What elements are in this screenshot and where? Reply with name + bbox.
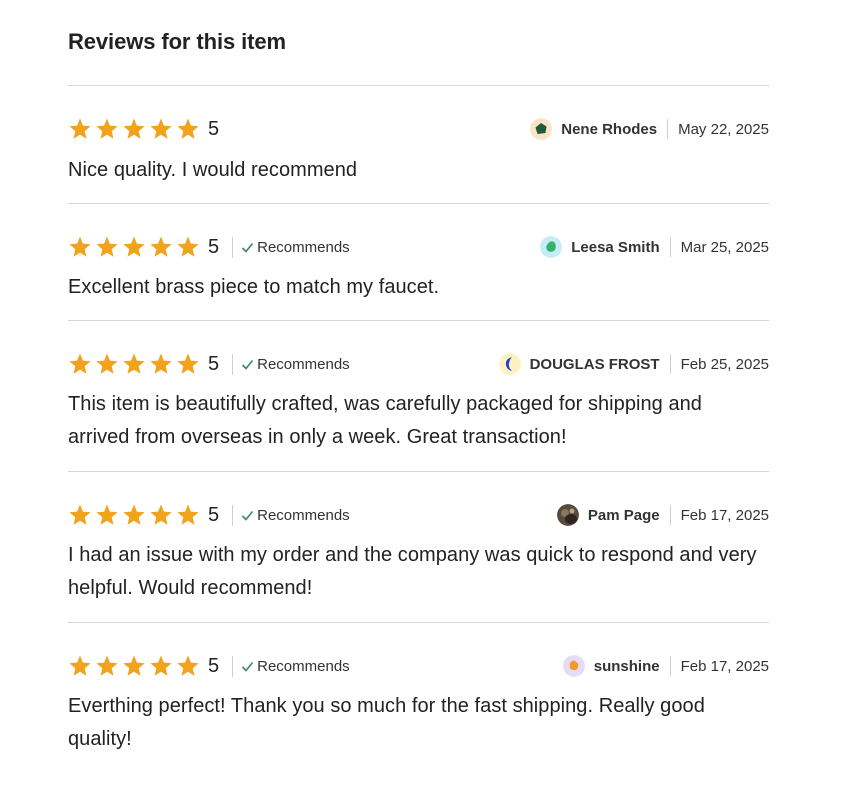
recommends-divider (232, 353, 234, 375)
reviewer-name[interactable]: Nene Rhodes (561, 121, 657, 138)
star-icon (69, 118, 91, 139)
review-text: I had an issue with my order and the com… (68, 544, 757, 599)
star-icon (123, 353, 145, 374)
recommends-label: Recommends (257, 355, 350, 373)
review-date: Feb 25, 2025 (680, 355, 769, 373)
rating-value: 5 (208, 117, 220, 140)
checkmark-icon (242, 510, 254, 521)
review-meta: Leesa Smith Mar 25, 2025 (540, 235, 769, 259)
orange-blob-avatar-icon[interactable] (562, 655, 585, 677)
star-icon (96, 236, 118, 257)
recommends-label: Recommends (257, 506, 350, 524)
star-icon (150, 504, 172, 525)
review-text: Excellent brass piece to match my faucet… (68, 276, 440, 298)
photo-avatar-icon[interactable] (556, 504, 579, 526)
reviewer-name[interactable]: DOUGLAS FROST (530, 356, 660, 373)
review-meta: DOUGLAS FROST Feb 25, 2025 (498, 352, 769, 376)
star-icon (69, 655, 91, 676)
star-rating (68, 654, 200, 678)
meta-divider (669, 656, 671, 676)
recommends-divider (232, 655, 234, 677)
page-title: Reviews for this item (68, 29, 286, 54)
star-icon (177, 353, 199, 374)
star-icon (177, 118, 199, 139)
review-item: 5 Recommends Pam Page Feb 17, 2025 I had… (68, 501, 769, 621)
star-icon (69, 353, 91, 374)
review-divider (68, 622, 769, 623)
rating-value: 5 (208, 654, 220, 677)
meta-divider (669, 505, 671, 525)
star-icon (96, 353, 118, 374)
rating-row: 5 Recommends (68, 233, 350, 261)
rating-value: 5 (208, 352, 220, 375)
review-divider (68, 203, 769, 204)
star-icon (150, 353, 172, 374)
recommends-label: Recommends (257, 238, 350, 256)
star-icon (123, 118, 145, 139)
review-meta: Pam Page Feb 17, 2025 (556, 503, 769, 527)
star-icon (123, 236, 145, 257)
green-hexagon-avatar-icon[interactable] (530, 118, 553, 140)
star-icon (96, 655, 118, 676)
checkmark-icon (242, 359, 254, 370)
star-icon (69, 504, 91, 525)
recommends-divider (232, 504, 234, 526)
star-icon (123, 655, 145, 676)
star-icon (177, 236, 199, 257)
rating-value: 5 (208, 235, 220, 258)
reviewer-name[interactable]: sunshine (594, 658, 660, 675)
checkmark-icon (242, 242, 254, 253)
star-icon (177, 655, 199, 676)
title-divider (68, 85, 769, 86)
review-divider (68, 320, 769, 321)
review-text: Nice quality. I would recommend (68, 159, 358, 181)
review-item: 5 Recommends sunshine Feb 17, 2025 Evert… (68, 652, 769, 772)
star-rating (68, 235, 200, 259)
review-divider (68, 471, 769, 472)
star-icon (150, 655, 172, 676)
meta-divider (669, 237, 671, 257)
star-rating (68, 503, 200, 527)
star-icon (69, 236, 91, 257)
checkmark-icon (242, 661, 254, 672)
meta-divider (669, 354, 671, 374)
review-text: This item is beautifully crafted, was ca… (68, 393, 702, 448)
review-date: Feb 17, 2025 (680, 506, 769, 524)
star-icon (150, 118, 172, 139)
star-icon (123, 504, 145, 525)
rating-row: 5 Recommends (68, 501, 350, 529)
review-item: 5 Recommends DOUGLAS FROST Feb 25, 2025 … (68, 350, 769, 470)
reviewer-name[interactable]: Leesa Smith (571, 239, 659, 256)
rating-row: 5 (68, 115, 219, 143)
rating-row: 5 Recommends (68, 652, 350, 680)
star-rating (68, 352, 200, 376)
star-icon (96, 118, 118, 139)
review-text: Everthing perfect! Thank you so much for… (68, 695, 705, 750)
blue-crescent-avatar-icon[interactable] (498, 353, 521, 375)
review-date: May 22, 2025 (678, 120, 769, 138)
reviewer-name[interactable]: Pam Page (588, 507, 660, 524)
review-meta: sunshine Feb 17, 2025 (562, 654, 769, 678)
recommends-divider (232, 236, 234, 258)
review-item: 5 Recommends Leesa Smith Mar 25, 2025 Ex… (68, 233, 769, 323)
rating-value: 5 (208, 503, 220, 526)
star-icon (150, 236, 172, 257)
star-rating (68, 117, 200, 141)
review-date: Feb 17, 2025 (680, 657, 769, 675)
recommends-label: Recommends (257, 657, 350, 675)
star-icon (177, 504, 199, 525)
review-meta: Nene Rhodes May 22, 2025 (530, 117, 769, 141)
review-date: Mar 25, 2025 (680, 238, 769, 256)
meta-divider (667, 119, 669, 139)
rating-row: 5 Recommends (68, 350, 350, 378)
star-icon (96, 504, 118, 525)
review-item: 5 Nene Rhodes May 22, 2025 Nice quality.… (68, 115, 769, 205)
green-blob-avatar-icon[interactable] (540, 236, 563, 258)
